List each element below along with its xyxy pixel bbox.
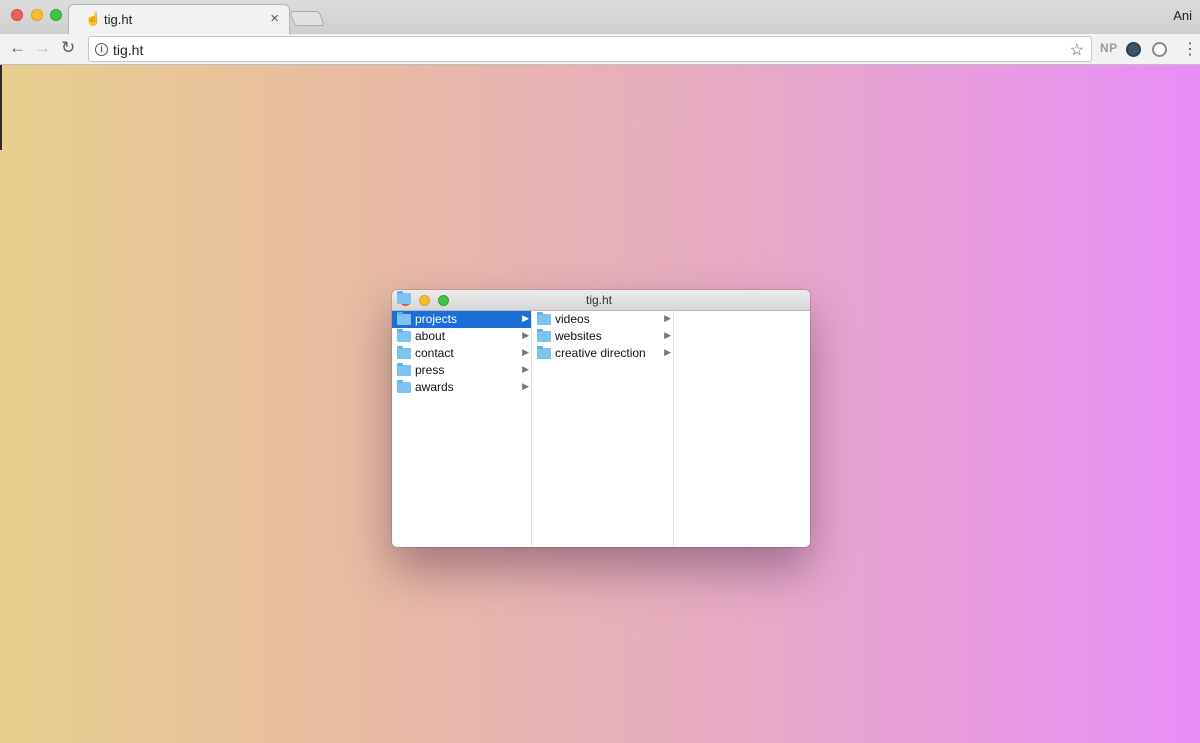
- finder-column-2: videos ▶ websites ▶ creative direction ▶: [532, 311, 674, 547]
- forward-arrow-icon[interactable]: →: [34, 38, 51, 58]
- window-close-button[interactable]: [11, 9, 23, 21]
- tab-close-icon[interactable]: ×: [270, 10, 279, 27]
- disclosure-arrow-icon: ▶: [522, 347, 529, 357]
- finder-item-label: creative direction: [555, 346, 646, 360]
- hand-pointer-icon: ☝: [85, 11, 102, 26]
- finder-item-label: about: [415, 329, 446, 343]
- address-bar[interactable]: i tig.ht ☆: [88, 36, 1092, 62]
- finder-item-creative-direction[interactable]: creative direction ▶: [532, 345, 673, 362]
- back-arrow-icon[interactable]: ←: [9, 38, 26, 58]
- finder-minimize-button[interactable]: [419, 295, 430, 306]
- finder-titlebar[interactable]: tig.ht: [392, 290, 810, 311]
- reload-icon[interactable]: ↻: [61, 38, 75, 58]
- browser-tab[interactable]: ☝ tig.ht ×: [68, 4, 290, 34]
- finder-item-label: press: [415, 363, 445, 377]
- url-text[interactable]: tig.ht: [113, 42, 143, 58]
- finder-item-label: contact: [415, 346, 454, 360]
- folder-icon: [397, 346, 411, 359]
- finder-item-videos[interactable]: videos ▶: [532, 311, 673, 328]
- browser-toolbar: ← → ↻ i tig.ht ☆ NP ⋮: [0, 34, 1200, 65]
- window-minimize-button[interactable]: [31, 9, 43, 21]
- finder-window: tig.ht projects ▶ about ▶ contact ▶ pres…: [392, 290, 810, 547]
- window-zoom-button[interactable]: [50, 9, 62, 21]
- folder-icon: [537, 346, 551, 359]
- finder-item-label: awards: [415, 380, 454, 394]
- finder-title: tig.ht: [586, 293, 613, 307]
- folder-icon: [397, 329, 411, 342]
- folder-icon: [397, 363, 411, 376]
- disclosure-arrow-icon: ▶: [522, 364, 529, 374]
- folder-icon: [537, 312, 551, 325]
- more-menu-icon[interactable]: ⋮: [1182, 39, 1198, 59]
- disclosure-arrow-icon: ▶: [522, 381, 529, 391]
- disclosure-arrow-icon: ▶: [664, 313, 671, 323]
- np-extension-icon[interactable]: NP: [1100, 41, 1118, 55]
- disclosure-arrow-icon: ▶: [522, 330, 529, 340]
- new-tab-button[interactable]: [289, 11, 325, 26]
- finder-item-label: videos: [555, 312, 590, 326]
- finder-item-contact[interactable]: contact ▶: [392, 345, 531, 362]
- finder-item-websites[interactable]: websites ▶: [532, 328, 673, 345]
- extension-globe-icon[interactable]: [1152, 42, 1167, 57]
- finder-item-projects[interactable]: projects ▶: [392, 311, 531, 328]
- bookmark-star-icon[interactable]: ☆: [1070, 40, 1084, 60]
- folder-icon: [397, 291, 411, 304]
- finder-column-1: projects ▶ about ▶ contact ▶ press ▶ awa…: [392, 311, 532, 547]
- folder-icon: [397, 380, 411, 393]
- extension-shield-icon[interactable]: [1126, 42, 1141, 57]
- finder-item-label: websites: [555, 329, 602, 343]
- profile-name[interactable]: Ani: [1173, 8, 1192, 23]
- folder-icon: [537, 329, 551, 342]
- tab-title: tig.ht: [104, 12, 133, 27]
- finder-item-press[interactable]: press ▶: [392, 362, 531, 379]
- disclosure-arrow-icon: ▶: [664, 347, 671, 357]
- finder-item-label: projects: [415, 312, 458, 326]
- finder-item-awards[interactable]: awards ▶: [392, 379, 531, 396]
- page-edge-divider: [0, 65, 2, 150]
- finder-item-about[interactable]: about ▶: [392, 328, 531, 345]
- disclosure-arrow-icon: ▶: [522, 313, 529, 323]
- disclosure-arrow-icon: ▶: [664, 330, 671, 340]
- info-icon[interactable]: i: [95, 43, 108, 56]
- finder-zoom-button[interactable]: [438, 295, 449, 306]
- browser-tab-bar: ☝ tig.ht × Ani: [0, 0, 1200, 34]
- folder-icon: [397, 312, 411, 325]
- finder-column-3: [674, 311, 810, 547]
